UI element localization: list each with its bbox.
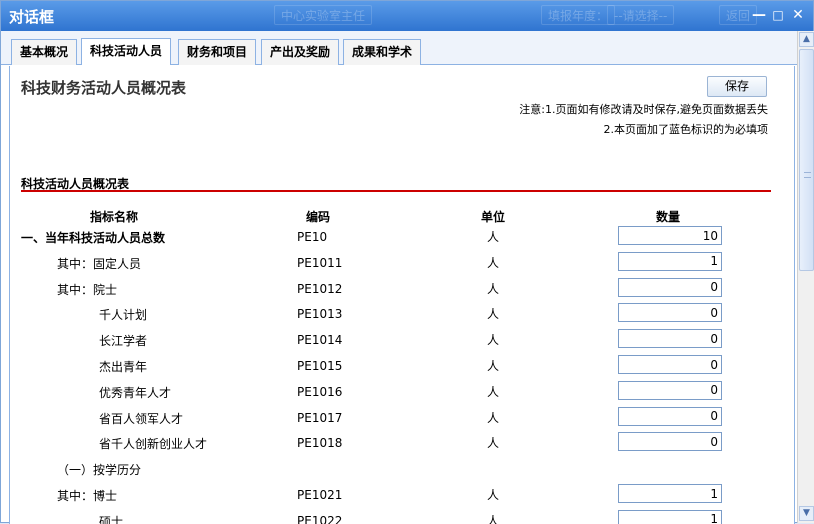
background-lab-label: 中心实验室主任 (274, 5, 373, 25)
minimize-icon[interactable]: — (750, 6, 768, 24)
indicator-unit: 人 (487, 488, 500, 502)
indicator-name: 千人计划 (99, 308, 148, 323)
maximize-icon[interactable]: □ (769, 6, 787, 24)
indicator-unit: 人 (487, 281, 500, 296)
indicator-code: PE1021 (297, 488, 343, 502)
section-divider (21, 190, 771, 192)
dialog-window: 对话框 中心实验室主任 填报年度： --请选择-- 返回 — □ ✕ 基本概况 … (0, 0, 814, 524)
indicator-unit: 人 (487, 410, 500, 425)
table-row: 杰出青年 PE1015 人 (10, 354, 794, 380)
table-row: 长江学者 PE1014 人 (10, 328, 794, 354)
page-title: 科技财务活动人员概况表 (21, 79, 187, 97)
header-quantity: 数量 (656, 210, 681, 224)
table-row: 千人计划 PE1013 人 (10, 302, 794, 328)
table-row: 其中：院士 PE1012 人 (10, 277, 794, 303)
indicator-code: PE10 (297, 230, 328, 244)
indicator-code: PE1022 (297, 513, 343, 524)
table-row: 其中：博士 PE1021 人 (10, 483, 794, 509)
tab-achievements-academic[interactable]: 成果和学术 (343, 39, 422, 65)
indicator-code: PE1016 (297, 384, 343, 399)
quantity-input[interactable] (618, 509, 722, 524)
tab-sci-personnel[interactable]: 科技活动人员 (81, 38, 172, 65)
quantity-input[interactable] (618, 406, 722, 426)
background-year-select: --请选择-- (607, 5, 675, 25)
indicator-name: 一、当年科技活动人员总数 (21, 231, 166, 245)
indicator-name: 优秀青年人才 (99, 385, 172, 400)
tab-finance-projects[interactable]: 财务和项目 (178, 39, 257, 65)
form-content: 科技财务活动人员概况表 保存 注意:1.页面如有修改请及时保存,避免页面数据丢失… (9, 66, 795, 524)
tab-strip: 基本概况 科技活动人员 财务和项目 产出及奖励 成果和学术 (1, 31, 797, 65)
header-unit: 单位 (481, 210, 506, 224)
indicator-unit: 人 (487, 359, 500, 373)
indicator-name: 其中：院士 (57, 282, 118, 297)
indicator-unit: 人 (487, 230, 500, 244)
indicator-code: PE1012 (297, 281, 343, 296)
indicator-unit: 人 (487, 513, 500, 524)
notice-line-2: 2.本页面加了蓝色标识的为必填项 (603, 123, 769, 136)
indicator-code: PE1011 (297, 255, 343, 270)
indicator-code: PE1015 (297, 359, 343, 373)
title-bar[interactable]: 对话框 中心实验室主任 填报年度： --请选择-- 返回 — □ ✕ (1, 1, 813, 31)
indicator-name: 省百人领军人才 (99, 411, 184, 426)
indicator-name: 其中：博士 (57, 489, 118, 503)
indicator-unit: 人 (487, 436, 500, 451)
notice-line-1: 注意:1.页面如有修改请及时保存,避免页面数据丢失 (519, 103, 768, 116)
quantity-input[interactable] (618, 277, 722, 297)
close-icon[interactable]: ✕ (789, 6, 807, 24)
tab-basic-overview[interactable]: 基本概况 (11, 39, 78, 65)
indicator-code: PE1014 (297, 333, 343, 348)
header-indicator-name: 指标名称 (90, 210, 139, 224)
scroll-down-icon[interactable]: ▼ (799, 506, 814, 521)
indicator-name: 硕士 (99, 514, 124, 524)
quantity-input[interactable] (618, 303, 722, 323)
indicator-name: （一）按学历分 (57, 463, 142, 478)
quantity-input[interactable] (618, 432, 722, 452)
indicator-code: PE1013 (297, 307, 343, 322)
tab-output-awards[interactable]: 产出及奖励 (261, 39, 340, 65)
background-year-label: 填报年度： (541, 5, 616, 25)
indicator-name: 长江学者 (99, 334, 148, 349)
quantity-input[interactable] (618, 329, 722, 349)
header-code: 编码 (306, 210, 331, 224)
indicator-unit: 人 (487, 255, 500, 270)
quantity-input[interactable] (618, 355, 722, 374)
table-row: 优秀青年人才 PE1016 人 (10, 380, 794, 406)
table-row: 省千人创新创业人才 PE1018 人 (10, 431, 794, 457)
scroll-up-icon[interactable]: ▲ (799, 32, 814, 47)
scrollbar-thumb[interactable] (799, 49, 814, 271)
grip-icon (804, 172, 811, 178)
indicator-unit: 人 (487, 307, 500, 322)
indicator-code: PE1017 (297, 410, 343, 425)
save-button[interactable]: 保存 (707, 76, 767, 97)
indicator-code: PE1018 (297, 436, 343, 451)
table-row: 一、当年科技活动人员总数 PE10 人 (10, 225, 794, 251)
quantity-input[interactable] (618, 380, 722, 400)
indicator-unit: 人 (487, 384, 500, 399)
indicator-name: 省千人创新创业人才 (99, 437, 208, 452)
quantity-input[interactable] (618, 251, 722, 271)
table-row: 硕士 PE1022 人 (10, 509, 794, 524)
vertical-scrollbar[interactable]: ▲ ▼ (797, 31, 814, 523)
quantity-input[interactable] (618, 226, 722, 245)
indicator-name: 杰出青年 (99, 360, 148, 374)
indicator-name: 其中：固定人员 (57, 256, 142, 271)
table-row: 其中：固定人员 PE1011 人 (10, 251, 794, 277)
table-row: （一）按学历分 (10, 457, 794, 483)
dialog-title: 对话框 (9, 8, 55, 26)
quantity-input[interactable] (618, 484, 722, 503)
indicator-unit: 人 (487, 333, 500, 348)
table-row: 省百人领军人才 PE1017 人 (10, 406, 794, 432)
